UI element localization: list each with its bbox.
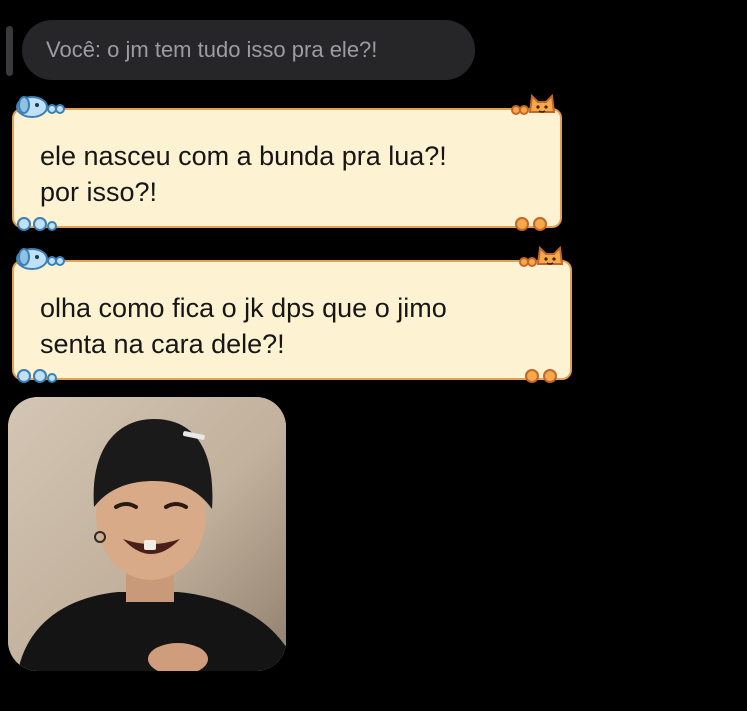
cat-sticker-icon — [511, 93, 556, 115]
puppy-sticker-icon — [16, 248, 65, 270]
paw-print-icon — [525, 369, 557, 383]
message-bubble[interactable]: ele nasceu com a bunda pra lua?! por iss… — [12, 108, 562, 228]
message-line: ele nasceu com a bunda pra lua?! — [40, 141, 447, 171]
paw-print-icon — [17, 369, 57, 383]
cat-sticker-icon — [519, 245, 564, 267]
message-line: olha como fica o jk dps que o jimo — [40, 293, 447, 323]
paw-print-icon — [515, 217, 547, 231]
message-line: senta na cara dele?! — [40, 329, 285, 359]
reply-indicator-bar — [6, 26, 13, 76]
photo-image — [8, 397, 286, 671]
message-line: por isso?! — [40, 177, 158, 207]
puppy-sticker-icon — [16, 96, 65, 118]
paw-print-icon — [17, 217, 57, 231]
photo-message[interactable] — [8, 397, 286, 671]
replied-message-text: Você: o jm tem tudo isso pra ele?! — [46, 37, 378, 62]
message-text: ele nasceu com a bunda pra lua?! por iss… — [40, 138, 447, 210]
replied-message-preview[interactable]: Você: o jm tem tudo isso pra ele?! — [22, 20, 475, 80]
message-bubble[interactable]: olha como fica o jk dps que o jimo senta… — [12, 260, 572, 380]
message-text: olha como fica o jk dps que o jimo senta… — [40, 290, 447, 362]
